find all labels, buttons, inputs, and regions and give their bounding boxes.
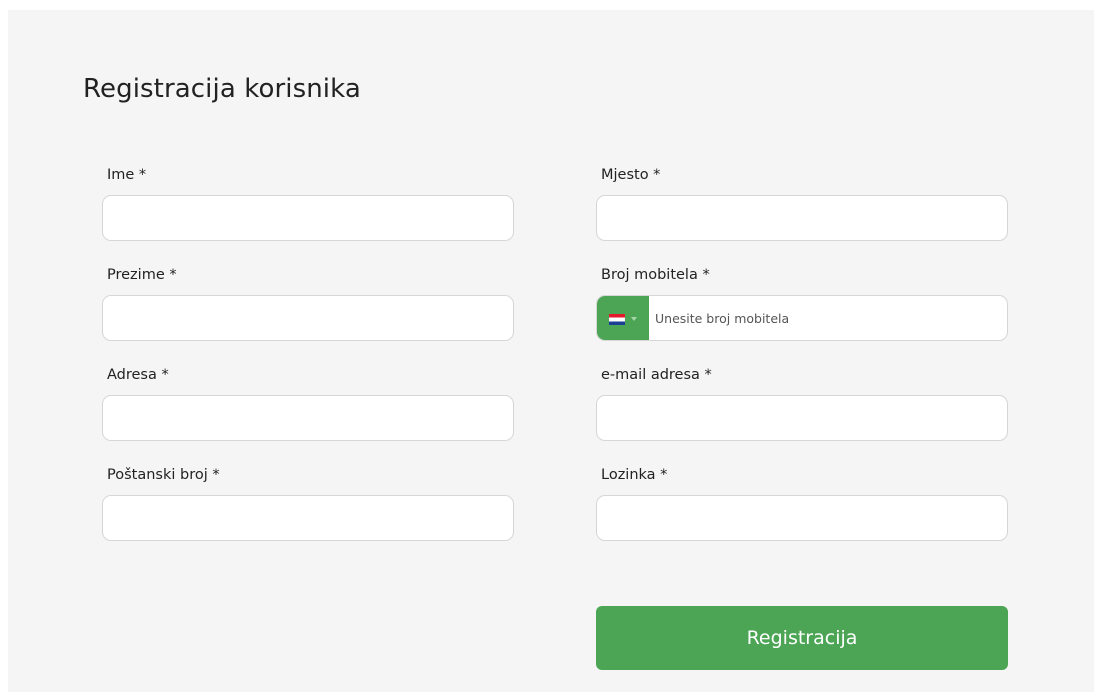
right-column: Mjesto * Broj mobitela * e-mail adresa *…	[596, 165, 1008, 565]
postal-code-field: Poštanski broj *	[102, 465, 514, 565]
address-label: Adresa *	[107, 367, 169, 383]
email-label: e-mail adresa *	[601, 367, 712, 383]
croatia-flag-icon	[609, 314, 625, 325]
mobile-phone-input[interactable]	[655, 296, 1007, 340]
phone-input-wrapper	[596, 295, 1008, 341]
mobile-phone-label: Broj mobitela *	[601, 267, 710, 283]
page-title: Registracija korisnika	[83, 74, 361, 104]
first-name-label: Ime *	[107, 167, 147, 183]
register-button[interactable]: Registracija	[596, 606, 1008, 670]
chevron-down-icon	[631, 317, 637, 321]
registration-card: Registracija korisnika Ime * Prezime * A…	[8, 10, 1094, 692]
password-field: Lozinka *	[596, 465, 1008, 565]
country-code-dropdown[interactable]	[597, 296, 649, 340]
last-name-label: Prezime *	[107, 267, 177, 283]
last-name-input[interactable]	[102, 295, 514, 341]
password-label: Lozinka *	[601, 467, 668, 483]
left-column: Ime * Prezime * Adresa * Poštanski broj …	[102, 165, 514, 565]
first-name-input[interactable]	[102, 195, 514, 241]
last-name-field: Prezime *	[102, 265, 514, 365]
email-input[interactable]	[596, 395, 1008, 441]
mobile-phone-field: Broj mobitela *	[596, 265, 1008, 365]
postal-code-label: Poštanski broj *	[107, 467, 220, 483]
address-field: Adresa *	[102, 365, 514, 465]
email-field: e-mail adresa *	[596, 365, 1008, 465]
city-field: Mjesto *	[596, 165, 1008, 265]
postal-code-input[interactable]	[102, 495, 514, 541]
city-label: Mjesto *	[601, 167, 661, 183]
password-input[interactable]	[596, 495, 1008, 541]
city-input[interactable]	[596, 195, 1008, 241]
address-input[interactable]	[102, 395, 514, 441]
first-name-field: Ime *	[102, 165, 514, 265]
